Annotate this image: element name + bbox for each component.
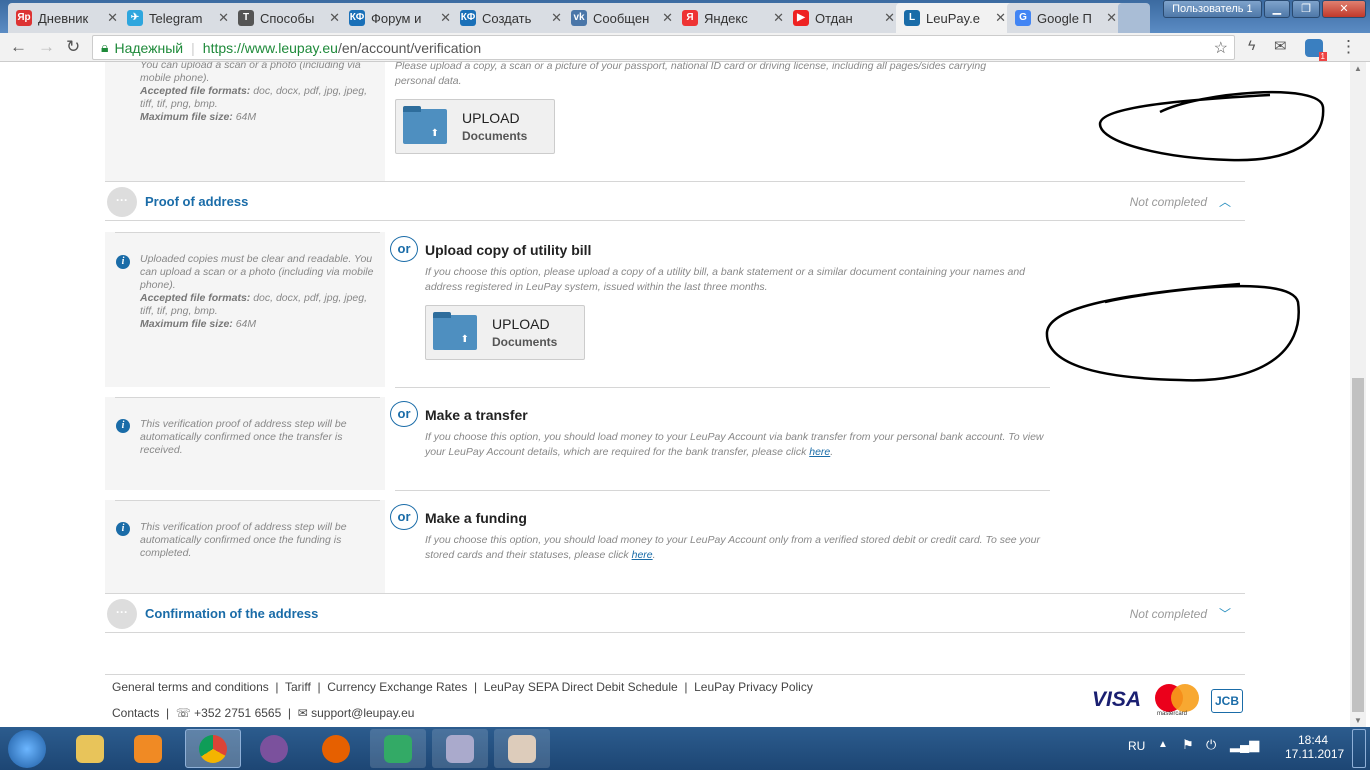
tab-close-icon[interactable]: ✕ bbox=[884, 10, 895, 26]
calculator-taskbar-icon[interactable] bbox=[432, 729, 488, 768]
browser-tab[interactable]: ▶ Отдан ✕ bbox=[785, 3, 903, 33]
back-icon[interactable]: ← bbox=[10, 37, 27, 57]
chrome-taskbar-icon[interactable] bbox=[185, 729, 241, 768]
browser-tab[interactable]: КФ Создать ✕ bbox=[452, 3, 570, 33]
tab-close-icon[interactable]: ✕ bbox=[440, 10, 451, 26]
tab-favicon-icon: L bbox=[904, 10, 920, 26]
reload-icon[interactable]: ↻ bbox=[66, 37, 80, 57]
maximize-button[interactable]: ❐ bbox=[1292, 0, 1320, 18]
power-icon[interactable]: ⏻ bbox=[1206, 737, 1216, 753]
lock-icon: 🔒︎ bbox=[101, 39, 109, 55]
firefox-taskbar-icon[interactable] bbox=[308, 729, 364, 768]
scribble-oval-2 bbox=[1045, 282, 1300, 382]
tab-favicon-icon: ✈ bbox=[127, 10, 143, 26]
minimize-button[interactable]: ▁ bbox=[1263, 0, 1291, 18]
tray-expand-icon[interactable]: ▲ bbox=[1158, 739, 1168, 750]
tab-close-icon[interactable]: ✕ bbox=[551, 10, 562, 26]
terminal-taskbar-icon[interactable] bbox=[370, 729, 426, 768]
paint-taskbar-icon[interactable] bbox=[494, 729, 550, 768]
browser-tab[interactable]: T Способы ✕ bbox=[230, 3, 348, 33]
tab-title: Telegram bbox=[149, 10, 203, 26]
explorer-taskbar-icon[interactable] bbox=[62, 729, 118, 768]
tab-title: Создать bbox=[482, 10, 532, 26]
tab-close-icon[interactable]: ✕ bbox=[995, 10, 1006, 26]
page-content: You can upload a scan or a photo (includ… bbox=[0, 62, 1350, 727]
tab-close-icon[interactable]: ✕ bbox=[1106, 10, 1117, 26]
tab-close-icon[interactable]: ✕ bbox=[773, 10, 784, 26]
mail-icon[interactable]: ✉ bbox=[1274, 37, 1287, 55]
volume-icon[interactable]: 🔈︎ bbox=[1254, 737, 1262, 753]
browser-tab[interactable]: vk Сообщен ✕ bbox=[563, 3, 681, 33]
browser-tab[interactable]: КФ Форум и ✕ bbox=[341, 3, 459, 33]
menu-icon[interactable]: ⋮ bbox=[1340, 37, 1357, 57]
browser-tab[interactable]: L LeuPay.e ✕ bbox=[896, 3, 1014, 33]
tab-favicon-icon: ▶ bbox=[793, 10, 809, 26]
windows-taskbar: RU ▲ ⚑ ⏻ ▂▄▆ 🔈︎ 18:44 17.11.2017 bbox=[0, 727, 1370, 770]
new-tab-button[interactable] bbox=[1118, 3, 1150, 33]
tab-favicon-icon: Яр bbox=[16, 10, 32, 26]
tab-title: Google П bbox=[1037, 10, 1092, 26]
tab-title: Дневник bbox=[38, 10, 89, 26]
language-indicator[interactable]: RU bbox=[1128, 739, 1145, 753]
tab-title: LeuPay.e bbox=[926, 10, 980, 26]
media-player-taskbar-icon[interactable] bbox=[120, 729, 176, 768]
bookmark-star-icon[interactable]: ☆ bbox=[1214, 38, 1228, 58]
profile-button[interactable]: Пользователь 1 bbox=[1163, 0, 1262, 18]
page-scrollbar[interactable]: ▲ ▼ bbox=[1350, 62, 1366, 727]
tab-strip: Яр Дневник ✕ ✈ Telegram ✕ T Способы ✕ КФ Форум и ✕ К… bbox=[0, 0, 1370, 33]
tab-favicon-icon: G bbox=[1015, 10, 1031, 26]
clock[interactable]: 18:44 17.11.2017 bbox=[1285, 733, 1344, 761]
tab-favicon-icon: vk bbox=[571, 10, 587, 26]
secure-label: Надежный bbox=[114, 39, 184, 56]
tab-title: Яндекс bbox=[704, 10, 748, 26]
address-bar[interactable]: 🔒︎ Надежный | https://www.leupay.eu/en/a… bbox=[92, 35, 1235, 60]
scrollbar-thumb[interactable] bbox=[1352, 378, 1364, 712]
window-controls: Пользователь 1 ▁ ❐ ✕ bbox=[1163, 0, 1366, 18]
browser-tab[interactable]: ✈ Telegram ✕ bbox=[119, 3, 237, 33]
tab-title: Форум и bbox=[371, 10, 422, 26]
url-path: /en/account/verification bbox=[337, 39, 482, 56]
browser-tab[interactable]: Я Яндекс ✕ bbox=[674, 3, 792, 33]
close-window-button[interactable]: ✕ bbox=[1322, 0, 1366, 18]
browser-tab[interactable]: G Google П ✕ bbox=[1007, 3, 1125, 33]
tab-close-icon[interactable]: ✕ bbox=[329, 10, 340, 26]
lightning-extension-icon[interactable]: ϟ bbox=[1248, 37, 1255, 53]
tab-close-icon[interactable]: ✕ bbox=[107, 10, 118, 26]
tab-close-icon[interactable]: ✕ bbox=[662, 10, 673, 26]
action-center-flag-icon[interactable]: ⚑ bbox=[1182, 737, 1194, 753]
viber-taskbar-icon[interactable] bbox=[246, 729, 302, 768]
tab-favicon-icon: КФ bbox=[460, 10, 476, 26]
show-desktop-button[interactable] bbox=[1352, 729, 1366, 768]
scribble-oval-1 bbox=[1098, 90, 1325, 162]
browser-tab[interactable]: Яр Дневник ✕ bbox=[8, 3, 126, 33]
forward-icon[interactable]: → bbox=[38, 37, 55, 57]
hand-drawn-scribbles bbox=[1045, 90, 1325, 382]
tab-close-icon[interactable]: ✕ bbox=[218, 10, 229, 26]
tab-title: Отдан bbox=[815, 10, 853, 26]
tab-title: Сообщен bbox=[593, 10, 650, 26]
browser-toolbar: ← → ↻ 🔒︎ Надежный | https://www.leupay.e… bbox=[0, 33, 1370, 62]
tab-title: Способы bbox=[260, 10, 315, 26]
tab-favicon-icon: КФ bbox=[349, 10, 365, 26]
tab-favicon-icon: Я bbox=[682, 10, 698, 26]
start-button[interactable] bbox=[8, 730, 46, 768]
extension-icon[interactable]: 1 bbox=[1305, 39, 1327, 61]
tab-favicon-icon: T bbox=[238, 10, 254, 26]
url-host: https://www.leupay.eu bbox=[202, 39, 338, 56]
